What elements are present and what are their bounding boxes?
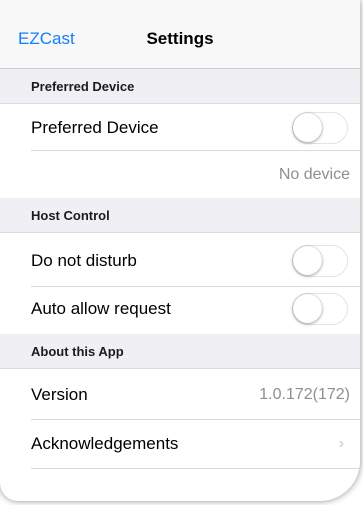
preferred-device-row[interactable]: Preferred Device <box>0 104 360 150</box>
section-header-host-control: Host Control <box>0 198 360 233</box>
section-header-label: Preferred Device <box>31 79 135 94</box>
auto-allow-request-label: Auto allow request <box>31 299 171 318</box>
page-title: Settings <box>146 29 214 48</box>
do-not-disturb-toggle[interactable] <box>292 245 348 277</box>
settings-screen: EZCast Settings Preferred Device Preferr… <box>0 0 360 501</box>
auto-allow-request-row[interactable]: Auto allow request <box>0 287 360 333</box>
section-header-label: Host Control <box>31 208 110 223</box>
toggle-knob <box>293 246 322 275</box>
acknowledgements-row[interactable]: Acknowledgements › <box>0 420 360 468</box>
section-header-label: About this App <box>31 344 124 359</box>
toggle-knob <box>293 294 322 323</box>
do-not-disturb-label: Do not disturb <box>31 251 137 270</box>
device-status-value: No device <box>278 166 350 183</box>
navigation-bar: EZCast Settings <box>0 0 360 69</box>
section-header-about: About this App <box>0 334 360 369</box>
preferred-device-toggle[interactable] <box>292 112 348 144</box>
version-row: Version 1.0.172(172) <box>0 369 360 419</box>
version-value: 1.0.172(172) <box>259 386 350 403</box>
device-status-row: No device <box>0 151 360 197</box>
acknowledgements-label: Acknowledgements <box>31 434 179 453</box>
toggle-knob <box>293 113 322 142</box>
preferred-device-label: Preferred Device <box>31 118 159 137</box>
chevron-right-icon: › <box>338 435 344 452</box>
do-not-disturb-row[interactable]: Do not disturb <box>0 233 360 286</box>
version-label: Version <box>31 385 88 404</box>
section-header-preferred-device: Preferred Device <box>0 69 360 104</box>
row-separator <box>31 468 360 469</box>
auto-allow-request-toggle[interactable] <box>292 293 348 325</box>
